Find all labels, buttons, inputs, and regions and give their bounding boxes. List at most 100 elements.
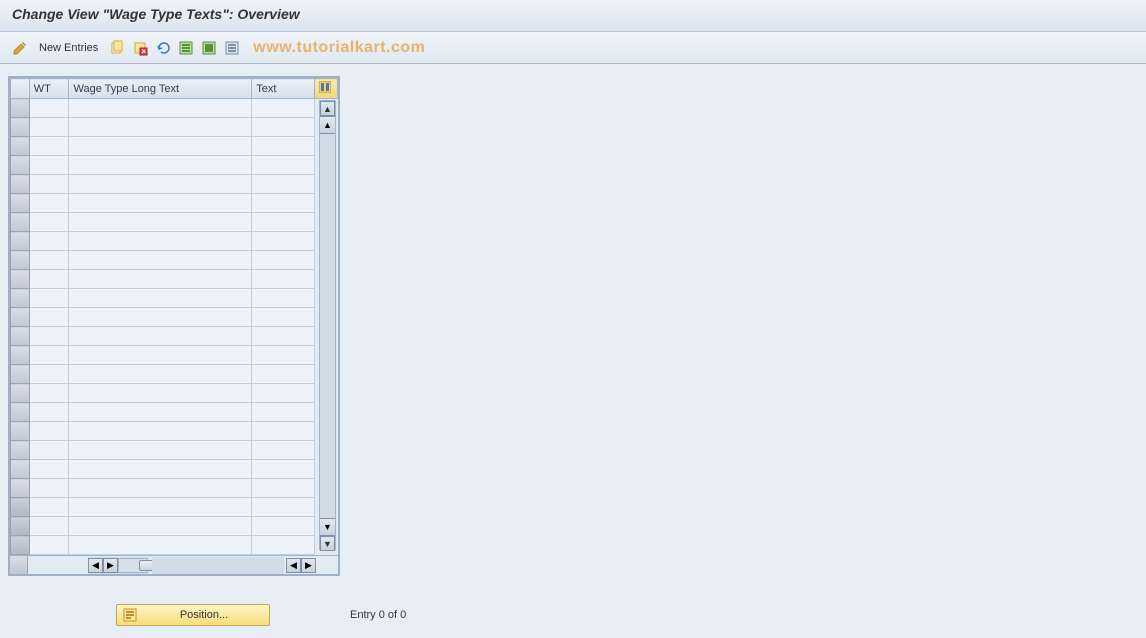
cell[interactable] — [29, 460, 69, 479]
deselect-icon[interactable] — [222, 38, 242, 58]
cell[interactable] — [252, 156, 315, 175]
cell[interactable] — [252, 460, 315, 479]
cell[interactable] — [252, 232, 315, 251]
row-selector[interactable] — [11, 346, 30, 365]
hscroll-right-icon[interactable]: ▶ — [103, 558, 118, 573]
row-selector[interactable] — [11, 536, 30, 555]
cell[interactable] — [69, 536, 252, 555]
cell[interactable] — [252, 498, 315, 517]
cell[interactable] — [252, 213, 315, 232]
col-text-header[interactable]: Text — [252, 79, 315, 99]
row-selector[interactable] — [11, 498, 30, 517]
row-selector[interactable] — [11, 118, 30, 137]
select-block-icon[interactable] — [199, 38, 219, 58]
cell[interactable] — [29, 118, 69, 137]
cell[interactable] — [69, 251, 252, 270]
position-button[interactable]: Position... — [116, 604, 270, 626]
cell[interactable] — [29, 213, 69, 232]
col-selector-header[interactable] — [11, 79, 30, 99]
row-selector[interactable] — [11, 460, 30, 479]
cell[interactable] — [252, 251, 315, 270]
cell[interactable] — [252, 479, 315, 498]
cell[interactable] — [69, 441, 252, 460]
row-selector[interactable] — [11, 137, 30, 156]
copy-icon[interactable] — [107, 38, 127, 58]
row-selector[interactable] — [11, 422, 30, 441]
undo-icon[interactable] — [153, 38, 173, 58]
cell[interactable] — [29, 251, 69, 270]
cell[interactable] — [29, 232, 69, 251]
vscroll-track[interactable] — [320, 134, 335, 518]
row-selector[interactable] — [11, 175, 30, 194]
row-selector[interactable] — [11, 308, 30, 327]
cell[interactable] — [252, 346, 315, 365]
col-long-header[interactable]: Wage Type Long Text — [69, 79, 252, 99]
cell[interactable] — [29, 498, 69, 517]
cell[interactable] — [29, 384, 69, 403]
row-selector[interactable] — [11, 479, 30, 498]
row-selector[interactable] — [11, 441, 30, 460]
cell[interactable] — [69, 346, 252, 365]
cell[interactable] — [252, 365, 315, 384]
cell[interactable] — [69, 99, 252, 118]
row-selector[interactable] — [11, 270, 30, 289]
cell[interactable] — [29, 270, 69, 289]
row-selector[interactable] — [11, 194, 30, 213]
cell[interactable] — [252, 270, 315, 289]
cell[interactable] — [69, 156, 252, 175]
cell[interactable] — [252, 118, 315, 137]
hscroll-left-icon[interactable]: ◀ — [88, 558, 103, 573]
col-wt-header[interactable]: WT — [29, 79, 69, 99]
cell[interactable] — [69, 422, 252, 441]
cell[interactable] — [252, 194, 315, 213]
cell[interactable] — [29, 194, 69, 213]
cell[interactable] — [252, 289, 315, 308]
scroll-up-icon[interactable]: ▲ — [320, 101, 335, 116]
cell[interactable] — [252, 99, 315, 118]
cell[interactable] — [69, 498, 252, 517]
cell[interactable] — [69, 384, 252, 403]
cell[interactable] — [29, 479, 69, 498]
cell[interactable] — [29, 403, 69, 422]
cell[interactable] — [252, 384, 315, 403]
cell[interactable] — [69, 365, 252, 384]
delete-icon[interactable] — [130, 38, 150, 58]
cell[interactable] — [252, 422, 315, 441]
cell[interactable] — [69, 517, 252, 536]
hscroll-right2-icon[interactable]: ▶ — [301, 558, 316, 573]
cell[interactable] — [29, 308, 69, 327]
hscroll-track[interactable]: ::: — [118, 558, 148, 573]
cell[interactable] — [29, 517, 69, 536]
cell[interactable] — [252, 403, 315, 422]
row-selector[interactable] — [11, 232, 30, 251]
row-selector[interactable] — [11, 517, 30, 536]
cell[interactable] — [252, 536, 315, 555]
cell[interactable] — [252, 175, 315, 194]
row-selector[interactable] — [11, 156, 30, 175]
cell[interactable] — [29, 422, 69, 441]
row-selector[interactable] — [11, 251, 30, 270]
cell[interactable] — [29, 346, 69, 365]
cell[interactable] — [252, 517, 315, 536]
row-selector[interactable] — [11, 327, 30, 346]
cell[interactable] — [252, 327, 315, 346]
row-selector[interactable] — [11, 289, 30, 308]
pencil-icon[interactable] — [10, 38, 30, 58]
page-up-icon[interactable]: ▲ — [320, 116, 335, 134]
cell[interactable] — [29, 365, 69, 384]
cell[interactable] — [29, 327, 69, 346]
cell[interactable] — [252, 441, 315, 460]
row-selector[interactable] — [11, 403, 30, 422]
cell[interactable] — [69, 137, 252, 156]
cell[interactable] — [29, 536, 69, 555]
cell[interactable] — [69, 194, 252, 213]
cell[interactable] — [69, 308, 252, 327]
cell[interactable] — [69, 270, 252, 289]
row-selector[interactable] — [11, 99, 30, 118]
cell[interactable] — [69, 479, 252, 498]
cell[interactable] — [69, 403, 252, 422]
cell[interactable] — [29, 99, 69, 118]
row-selector[interactable] — [11, 365, 30, 384]
cell[interactable] — [29, 137, 69, 156]
cell[interactable] — [69, 232, 252, 251]
